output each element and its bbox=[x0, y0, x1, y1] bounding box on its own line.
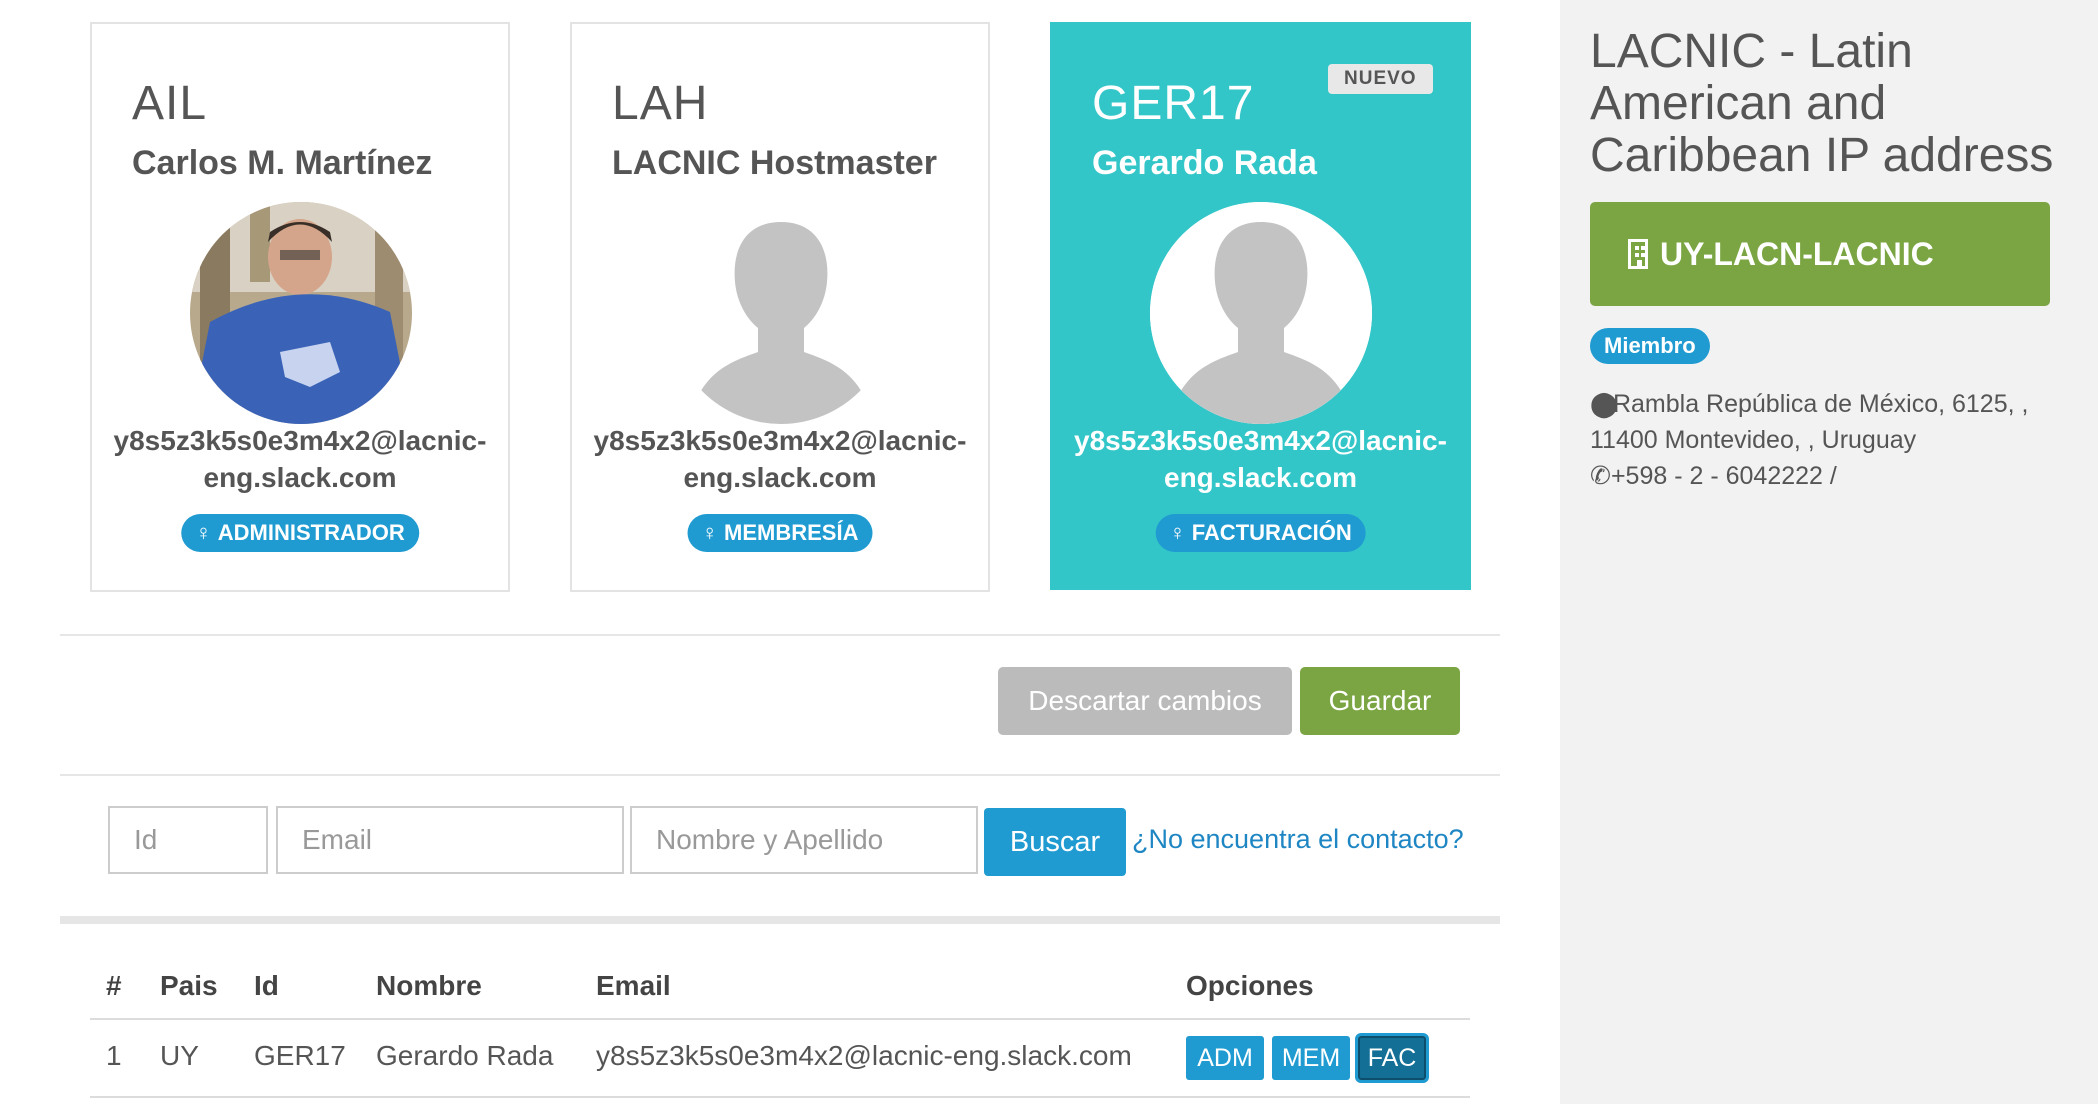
role-label: FACTURACIÓN bbox=[1191, 520, 1352, 545]
organization-title: LACNIC - Latin American and Caribbean IP… bbox=[1590, 25, 2054, 182]
table-cell-num: 1 bbox=[106, 1040, 122, 1071]
contacts-main-panel: AIL Carlos M. Martínez y8s5z3k5s0e3m4x2@… bbox=[0, 0, 1560, 1104]
table-header-id: Id bbox=[254, 970, 279, 1001]
table-cell-email: y8s5z3k5s0e3m4x2@lacnic-eng.slack.com bbox=[596, 1040, 1132, 1071]
contact-handle: GER17 bbox=[1092, 77, 1255, 130]
option-fac-button[interactable]: FAC bbox=[1355, 1033, 1429, 1083]
address-line: ⬤ Rambla República de México, 6125, , 11… bbox=[1590, 386, 2080, 458]
option-mem-button[interactable]: MEM bbox=[1272, 1036, 1350, 1080]
contact-not-found-link[interactable]: ¿No encuentra el contacto? bbox=[1132, 824, 1464, 855]
contact-name: Gerardo Rada bbox=[1092, 144, 1317, 182]
table-header-num: # bbox=[106, 970, 122, 1001]
role-label: ADMINISTRADOR bbox=[217, 520, 405, 545]
table-cell-nombre: Gerardo Rada bbox=[376, 1040, 554, 1071]
divider bbox=[60, 774, 1500, 776]
default-avatar-icon bbox=[1150, 202, 1372, 424]
option-adm-button[interactable]: ADM bbox=[1186, 1036, 1264, 1080]
organization-sidebar: LACNIC - Latin American and Caribbean IP… bbox=[1560, 0, 2098, 1104]
contact-handle: LAH bbox=[612, 77, 709, 130]
map-marker-icon: ⬤ bbox=[1590, 390, 1618, 418]
table-header-email: Email bbox=[596, 970, 671, 1001]
contact-email: y8s5z3k5s0e3m4x2@lacnic-eng.slack.com bbox=[593, 425, 967, 493]
phone-line: ✆+598 - 2 - 6042222 / bbox=[1590, 458, 2080, 494]
search-email-input[interactable]: Email bbox=[276, 806, 624, 874]
role-badge-membresia: ♀ MEMBRESÍA bbox=[687, 514, 873, 552]
default-avatar-icon bbox=[670, 202, 892, 424]
role-label: MEMBRESÍA bbox=[724, 520, 859, 545]
table-cell-pais: UY bbox=[160, 1040, 199, 1071]
divider bbox=[60, 916, 1500, 924]
table-header-opciones: Opciones bbox=[1186, 970, 1314, 1001]
contact-email: y8s5z3k5s0e3m4x2@lacnic-eng.slack.com bbox=[1074, 425, 1447, 493]
table-header-pais: Pais bbox=[160, 970, 218, 1001]
address-text: Rambla República de México, 6125, , 1140… bbox=[1590, 390, 2029, 454]
contact-card-ger17[interactable]: NUEVO GER17 Gerardo Rada y8s5z3k5s0e3m4x… bbox=[1050, 22, 1471, 590]
table-cell-id: GER17 bbox=[254, 1040, 346, 1071]
role-badge-facturacion: ♀ FACTURACIÓN bbox=[1155, 514, 1366, 552]
organization-contact-info: ⬤ Rambla República de México, 6125, , 11… bbox=[1590, 386, 2080, 494]
membership-status-badge: Miembro bbox=[1590, 328, 1710, 364]
user-tie-icon: ♀ bbox=[701, 520, 719, 545]
search-id-input[interactable]: Id bbox=[108, 806, 268, 874]
contact-card-lah[interactable]: LAH LACNIC Hostmaster y8s5z3k5s0e3m4x2@l… bbox=[570, 22, 990, 592]
contact-email: y8s5z3k5s0e3m4x2@lacnic-eng.slack.com bbox=[113, 425, 487, 493]
new-badge: NUEVO bbox=[1328, 64, 1433, 94]
contact-card-ail[interactable]: AIL Carlos M. Martínez y8s5z3k5s0e3m4x2@… bbox=[90, 22, 510, 592]
search-button[interactable]: Buscar bbox=[984, 808, 1126, 876]
role-badge-administrador: ♀ ADMINISTRADOR bbox=[181, 514, 419, 552]
phone-text: +598 - 2 - 6042222 / bbox=[1610, 462, 1837, 490]
contact-name: Carlos M. Martínez bbox=[132, 144, 433, 182]
divider bbox=[60, 634, 1500, 636]
contact-handle: AIL bbox=[132, 77, 208, 130]
table-row-divider bbox=[90, 1096, 1470, 1098]
user-tie-icon: ♀ bbox=[1169, 520, 1186, 545]
organization-code: UY-LACN-LACNIC bbox=[1660, 235, 1934, 272]
building-icon bbox=[1628, 239, 1648, 269]
search-name-input[interactable]: Nombre y Apellido bbox=[630, 806, 978, 874]
save-button[interactable]: Guardar bbox=[1300, 667, 1460, 735]
contact-photo-avatar bbox=[190, 202, 412, 424]
table-header-nombre: Nombre bbox=[376, 970, 482, 1001]
table-header-divider bbox=[90, 1018, 1470, 1020]
phone-icon: ✆ bbox=[1590, 462, 1611, 490]
contact-name: LACNIC Hostmaster bbox=[612, 144, 937, 182]
discard-changes-button[interactable]: Descartar cambios bbox=[998, 667, 1292, 735]
user-tie-icon: ♀ bbox=[195, 520, 212, 545]
organization-code-button[interactable]: UY-LACN-LACNIC bbox=[1590, 202, 2050, 306]
